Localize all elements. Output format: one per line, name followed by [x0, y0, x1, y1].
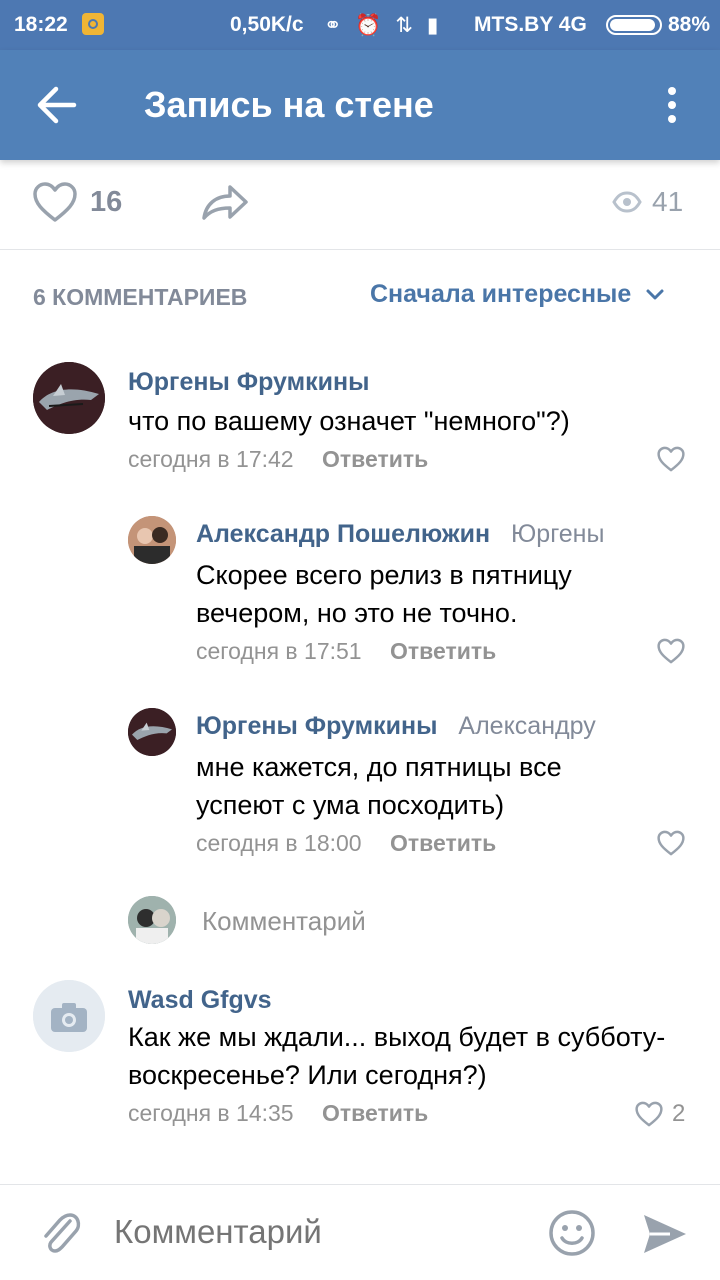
like-count: 16 [90, 185, 123, 218]
sort-label: Сначала интересные [370, 280, 632, 308]
reply-button[interactable]: Ответить [390, 638, 496, 664]
comment-time: сегодня в 14:35 [128, 1100, 294, 1126]
paperclip-icon [44, 1213, 81, 1253]
emoji-button[interactable] [548, 1209, 596, 1257]
shark-image-icon [33, 362, 105, 434]
comment-like-button[interactable]: 2 [634, 1100, 685, 1128]
comment-text: мне кажется, до пятницы все успеют с ума… [196, 752, 562, 820]
comment-author[interactable]: Юргены Фрумкины Александру [196, 712, 596, 741]
app-bar: Запись на стене [0, 50, 720, 160]
reply-button[interactable]: Ответить [390, 830, 496, 856]
chevron-down-icon [646, 289, 664, 299]
comment-text: Как же мы ждали... выход будет в субботу… [128, 1022, 666, 1090]
comment-author[interactable]: Wasd Gfgvs [128, 986, 272, 1015]
status-battery-percent: 88% [668, 13, 711, 36]
reply-button[interactable]: Ответить [322, 1100, 428, 1126]
more-options-button[interactable] [652, 80, 692, 130]
views-count: 41 [652, 186, 684, 217]
heart-icon [657, 446, 685, 472]
comment-meta: сегодня в 14:35 Ответить [128, 1100, 428, 1127]
thread-reply-placeholder: Комментарий [202, 906, 366, 936]
share-button[interactable] [196, 174, 252, 230]
page-title: Запись на стене [144, 84, 434, 125]
comment-input[interactable] [114, 1213, 514, 1251]
comment: Александр Пошелюжин Юргены Скорее всего … [0, 510, 720, 670]
comment-time: сегодня в 18:00 [196, 830, 362, 856]
comment-meta: сегодня в 17:42 Ответить [128, 446, 428, 473]
back-button[interactable] [26, 80, 82, 130]
status-icons: ⚭ ⏰ ⇅ ▮ [324, 14, 443, 37]
comments-header: 6 КОММЕНТАРИЕВ Сначала интересные [0, 260, 720, 330]
like-button[interactable]: 16 [32, 172, 122, 232]
reply-to-label[interactable]: Юргены [511, 520, 604, 548]
sort-comments-button[interactable]: Сначала интересные [370, 280, 665, 309]
eye-icon [612, 191, 642, 213]
arrow-left-icon [37, 86, 77, 124]
views-indicator: 41 [612, 172, 683, 232]
comment: Юргены Фрумкины Александру мне кажется, … [0, 702, 720, 862]
status-network-speed: 0,50K/c [230, 13, 304, 36]
status-carrier: MTS.BY 4G [474, 13, 587, 36]
heart-icon [33, 182, 77, 222]
comment: Юргены Фрумкины что по вашему означет "н… [0, 350, 720, 480]
reply-button[interactable]: Ответить [322, 446, 428, 472]
comment-like-button[interactable] [656, 638, 686, 664]
heart-icon [657, 830, 685, 856]
reply-to-label[interactable]: Александру [458, 712, 595, 740]
camera-icon [33, 980, 105, 1052]
heart-icon [635, 1101, 663, 1127]
status-time: 18:22 [14, 13, 68, 36]
avatar[interactable] [128, 516, 176, 564]
comment: Wasd Gfgvs Как же мы ждали... выход буде… [0, 976, 720, 1146]
notification-icon [82, 13, 104, 35]
user-photo-icon [128, 896, 176, 944]
send-button[interactable] [640, 1211, 690, 1257]
comment-author[interactable]: Александр Пошелюжин Юргены [196, 520, 604, 549]
comments-count: 6 КОММЕНТАРИЕВ [33, 284, 248, 310]
comment-composer [0, 1184, 720, 1280]
comment-author[interactable]: Юргены Фрумкины [128, 368, 369, 397]
status-bar: 18:22 0,50K/c ⚭ ⏰ ⇅ ▮ MTS.BY 4G 88% [0, 0, 720, 50]
heart-icon [657, 638, 685, 664]
comment-text: Скорее всего релиз в пятницу вечером, но… [196, 560, 572, 628]
send-icon [644, 1215, 686, 1253]
comment-time: сегодня в 17:51 [196, 638, 362, 664]
comment-meta: сегодня в 18:00 Ответить [196, 830, 496, 857]
attach-button[interactable] [36, 1207, 84, 1259]
more-vertical-icon [668, 87, 676, 123]
comment-like-button[interactable] [656, 446, 686, 472]
comment-time: сегодня в 17:42 [128, 446, 294, 472]
battery-icon [606, 15, 662, 35]
smile-icon [549, 1210, 595, 1256]
my-avatar [128, 896, 176, 944]
post-actions-bar: 16 41 [0, 160, 720, 250]
share-icon [202, 185, 248, 220]
comment-text: что по вашему означет "немного"?) [128, 406, 570, 436]
avatar[interactable] [128, 708, 176, 756]
thread-reply-field[interactable]: Комментарий [128, 896, 688, 946]
avatar[interactable] [33, 362, 105, 434]
comment-like-button[interactable] [656, 830, 686, 856]
user-photo-icon [128, 516, 176, 564]
comment-meta: сегодня в 17:51 Ответить [196, 638, 496, 665]
shark-image-icon [128, 708, 176, 756]
comment-like-count: 2 [672, 1100, 686, 1127]
avatar[interactable] [33, 980, 105, 1052]
